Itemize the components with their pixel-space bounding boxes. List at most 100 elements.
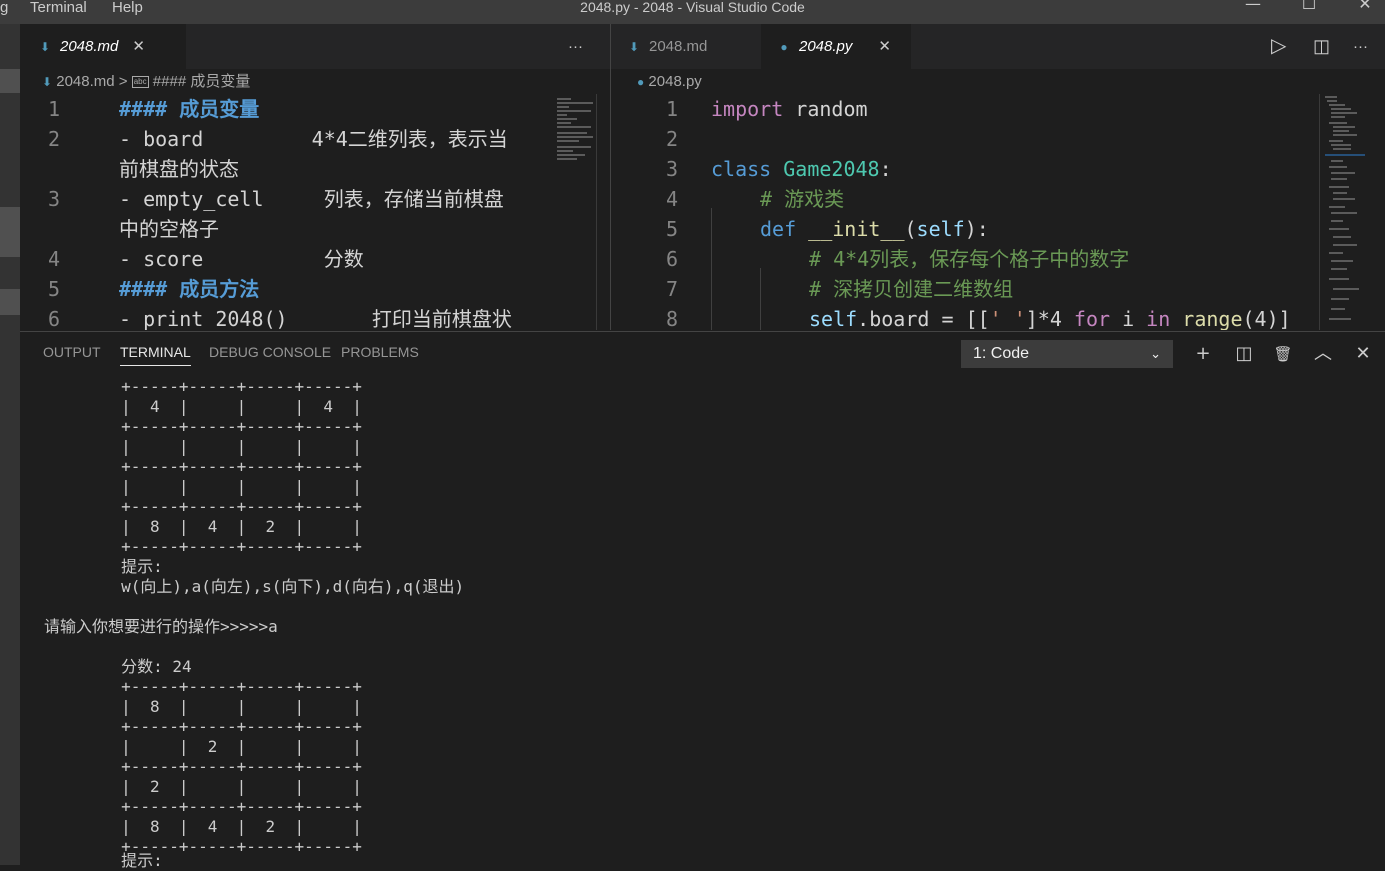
terminal-line: | | | | |: [44, 477, 362, 496]
close-panel-icon[interactable]: ✕: [1351, 342, 1375, 366]
code-text: #### 成员方法: [119, 277, 260, 301]
breadcrumb-symbol[interactable]: #### 成员变量: [153, 73, 251, 90]
tab-bar: ⬇ 2048.md ✕ ···: [20, 24, 610, 69]
code-line: 8 self.board = [[' ']*4 for i in range(4)…: [611, 304, 1321, 330]
activity-indicator[interactable]: [0, 207, 20, 257]
terminal-line: +-----+-----+-----+-----+: [44, 717, 362, 736]
maximize-panel-icon[interactable]: ︿: [1311, 342, 1335, 366]
terminal-line: +-----+-----+-----+-----+: [44, 417, 362, 436]
more-actions-icon[interactable]: ···: [568, 24, 598, 69]
terminal-line: +-----+-----+-----+-----+: [44, 377, 362, 396]
code-text: - board 4*4二维列表，表示当: [119, 127, 508, 151]
terminal-line: | | | | |: [44, 437, 362, 456]
terminal-line: | 8 | | | |: [44, 697, 362, 716]
line-number: 1: [665, 97, 678, 121]
add-terminal-icon[interactable]: +: [1191, 342, 1215, 366]
run-icon[interactable]: ▷: [1271, 24, 1295, 69]
tab-label: 2048.py: [799, 38, 853, 55]
python-icon: ●: [637, 75, 645, 89]
line-number: 2: [665, 127, 678, 151]
close-window-button[interactable]: ✕: [1342, 0, 1385, 18]
tab-problems[interactable]: PROBLEMS: [341, 344, 419, 360]
breadcrumb-file[interactable]: 2048.py: [648, 73, 701, 90]
scrollbar[interactable]: [596, 94, 597, 330]
terminal-select-value: 1: Code: [973, 345, 1030, 362]
activity-indicator[interactable]: [0, 69, 20, 93]
terminal-line: | 8 | 4 | 2 | |: [44, 817, 362, 836]
markdown-icon: ⬇: [628, 40, 640, 54]
line-number: 8: [665, 307, 678, 330]
code-line: 3 - empty_cell 列表，存储当前棋盘: [20, 184, 540, 214]
editor-group-right: ⬇ 2048.md ● 2048.py ✕ ▷ ◫ ··· ● 2048.py 1 im…: [611, 24, 1385, 330]
tab-output[interactable]: OUTPUT: [43, 344, 101, 360]
tab-2048-py[interactable]: ● 2048.py ✕: [761, 24, 911, 69]
more-actions-icon[interactable]: ···: [1353, 24, 1381, 69]
tab-2048-md[interactable]: ⬇ 2048.md: [611, 24, 761, 69]
code-text: 前棋盘的状态: [119, 157, 239, 181]
terminal-select[interactable]: 1: Code ⌄: [961, 340, 1173, 368]
scrollbar[interactable]: [1319, 94, 1320, 330]
line-number: 1: [47, 97, 60, 121]
maximize-button[interactable]: ☐: [1286, 0, 1332, 18]
minimap[interactable]: [557, 94, 597, 330]
code-text: - score 分数: [119, 247, 364, 271]
python-icon: ●: [780, 40, 788, 54]
terminal-output[interactable]: +-----+-----+-----+-----+ | 4 | | | 4 | …: [20, 377, 1385, 870]
terminal-line: +-----+-----+-----+-----+: [44, 797, 362, 816]
editor-group-left: ⬇ 2048.md ✕ ··· ⬇ 2048.md > abc #### 成员变量 …: [20, 24, 610, 330]
code-line: 2 - board 4*4二维列表，表示当: [20, 124, 540, 154]
terminal-line: 提示:: [44, 557, 163, 576]
code-line: 5 def __init__(self):: [611, 214, 1321, 244]
split-editor-icon[interactable]: ◫: [1313, 24, 1337, 69]
title-bar: g Terminal Help 2048.py - 2048 - Visual …: [0, 0, 1385, 24]
line-number: 4: [665, 187, 678, 211]
bottom-panel: OUTPUT TERMINAL DEBUG CONSOLE PROBLEMS 1…: [20, 331, 1385, 870]
line-number: 5: [665, 217, 678, 241]
line-number: 7: [665, 277, 678, 301]
code-text: 中的空格子: [119, 217, 219, 241]
code-line: 前棋盘的状态: [20, 154, 540, 184]
markdown-icon: ⬇: [39, 40, 51, 54]
tab-debug-console[interactable]: DEBUG CONSOLE: [209, 344, 331, 360]
code-line: 6 # 4*4列表，保存每个格子中的数字: [611, 244, 1321, 274]
line-number: 4: [47, 247, 60, 271]
code-line: 5 #### 成员方法: [20, 274, 540, 304]
code-text: - empty_cell 列表，存储当前棋盘: [119, 187, 504, 211]
breadcrumb-file[interactable]: 2048.md: [56, 73, 114, 90]
markdown-icon: ⬇: [42, 75, 53, 89]
code-line: 6 - print_2048() 打印当前棋盘状: [20, 304, 540, 330]
terminal-line: +-----+-----+-----+-----+: [44, 497, 362, 516]
line-number: 6: [47, 307, 60, 330]
activity-indicator[interactable]: [0, 289, 20, 315]
code-text: - print_2048() 打印当前棋盘状: [119, 307, 512, 330]
tab-terminal[interactable]: TERMINAL: [120, 344, 191, 366]
terminal-line: | | 2 | | |: [44, 737, 362, 756]
line-number: 3: [665, 157, 678, 181]
terminal-line: 请输入你想要进行的操作>>>>>a: [44, 617, 278, 636]
tab-2048-md[interactable]: ⬇ 2048.md ✕: [20, 24, 186, 69]
terminal-line: +-----+-----+-----+-----+: [44, 757, 362, 776]
close-icon[interactable]: ✕: [878, 24, 891, 69]
code-line: 中的空格子: [20, 214, 540, 244]
terminal-line: | 8 | 4 | 2 | |: [44, 517, 362, 536]
terminal-line: +-----+-----+-----+-----+: [44, 537, 362, 556]
line-number: 3: [47, 187, 60, 211]
terminal-line: 提示:: [44, 851, 163, 870]
terminal-line: | 4 | | | 4 |: [44, 397, 362, 416]
terminal-line: 分数: 24: [44, 657, 192, 676]
symbol-string-icon: abc: [131, 76, 149, 89]
code-line: 2: [611, 124, 1321, 154]
window-title: 2048.py - 2048 - Visual Studio Code: [580, 0, 805, 15]
split-terminal-icon[interactable]: ◫: [1232, 342, 1256, 366]
code-line: 7 # 深拷贝创建二维数组: [611, 274, 1321, 304]
minimize-button[interactable]: —: [1230, 0, 1276, 18]
trash-icon[interactable]: 🗑: [1271, 342, 1295, 366]
tab-label: 2048.md: [649, 38, 708, 55]
close-icon[interactable]: ✕: [132, 24, 145, 69]
tab-bar: ⬇ 2048.md ● 2048.py ✕ ▷ ◫ ···: [611, 24, 1385, 69]
breadcrumb-separator: >: [118, 73, 128, 90]
terminal-line: +-----+-----+-----+-----+: [44, 457, 362, 476]
line-number: 2: [47, 127, 60, 151]
minimap[interactable]: [1325, 94, 1365, 330]
line-number: 5: [47, 277, 60, 301]
